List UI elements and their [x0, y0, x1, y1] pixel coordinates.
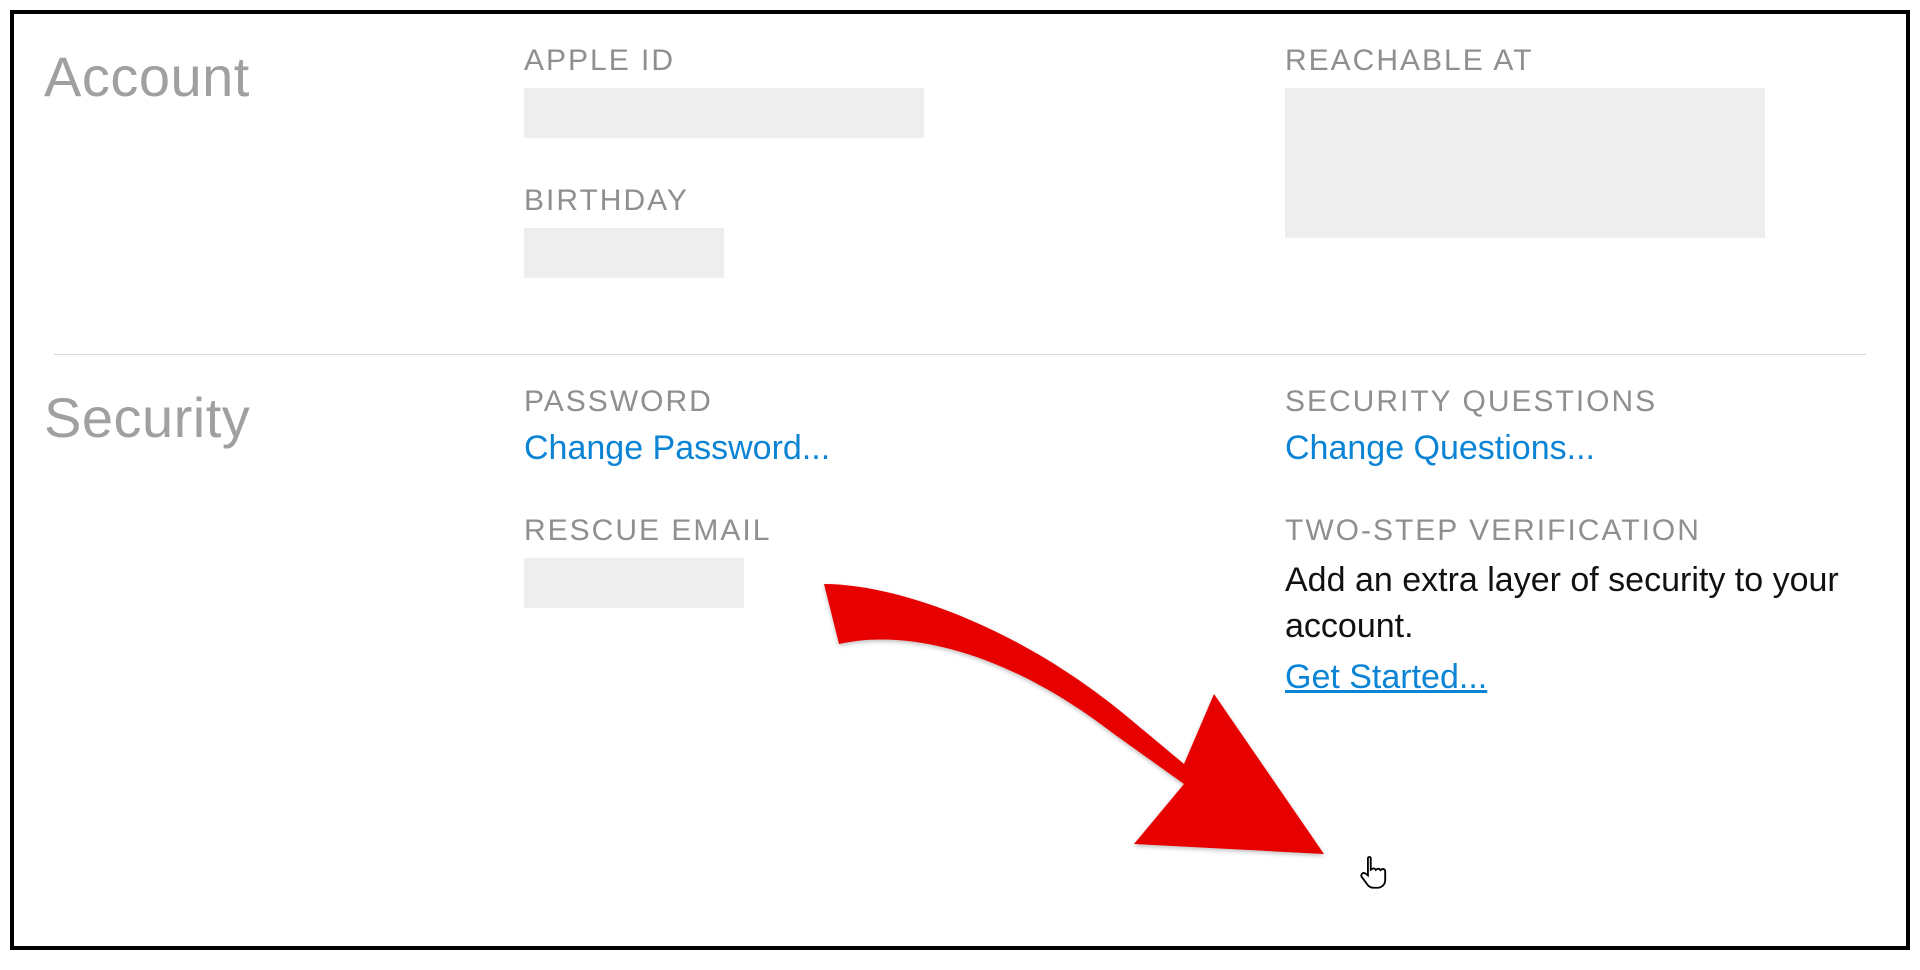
two-step-verification-description: Add an extra layer of security to your a…	[1285, 558, 1866, 650]
password-label: PASSWORD	[524, 385, 1105, 419]
account-section: Account APPLE ID BIRTHDAY REACHABLE AT	[14, 14, 1906, 354]
get-started-link[interactable]: Get Started...	[1285, 658, 1487, 697]
change-password-link[interactable]: Change Password...	[524, 429, 830, 468]
reachable-at-label: REACHABLE AT	[1285, 44, 1866, 78]
birthday-field: BIRTHDAY	[524, 184, 1105, 278]
birthday-label: BIRTHDAY	[524, 184, 1105, 218]
pointer-cursor-icon	[1358, 854, 1392, 903]
rescue-email-field: RESCUE EMAIL	[524, 514, 1105, 608]
rescue-email-value-redacted	[524, 558, 744, 608]
password-field: PASSWORD Change Password...	[524, 385, 1105, 468]
apple-id-value-redacted	[524, 88, 924, 138]
security-questions-label: SECURITY QUESTIONS	[1285, 385, 1866, 419]
security-section: Security PASSWORD Change Password... RES…	[14, 355, 1906, 773]
birthday-value-redacted	[524, 228, 724, 278]
security-questions-field: SECURITY QUESTIONS Change Questions...	[1285, 385, 1866, 468]
apple-id-field: APPLE ID	[524, 44, 1105, 138]
two-step-verification-label: TWO-STEP VERIFICATION	[1285, 514, 1866, 548]
rescue-email-label: RESCUE EMAIL	[524, 514, 1105, 548]
two-step-verification-field: TWO-STEP VERIFICATION Add an extra layer…	[1285, 514, 1866, 697]
change-questions-link[interactable]: Change Questions...	[1285, 429, 1595, 468]
account-title: Account	[44, 44, 524, 324]
security-title: Security	[44, 385, 524, 743]
settings-panel: Account APPLE ID BIRTHDAY REACHABLE AT	[10, 10, 1910, 950]
reachable-at-value-redacted	[1285, 88, 1765, 238]
apple-id-label: APPLE ID	[524, 44, 1105, 78]
reachable-at-field: REACHABLE AT	[1285, 44, 1866, 238]
